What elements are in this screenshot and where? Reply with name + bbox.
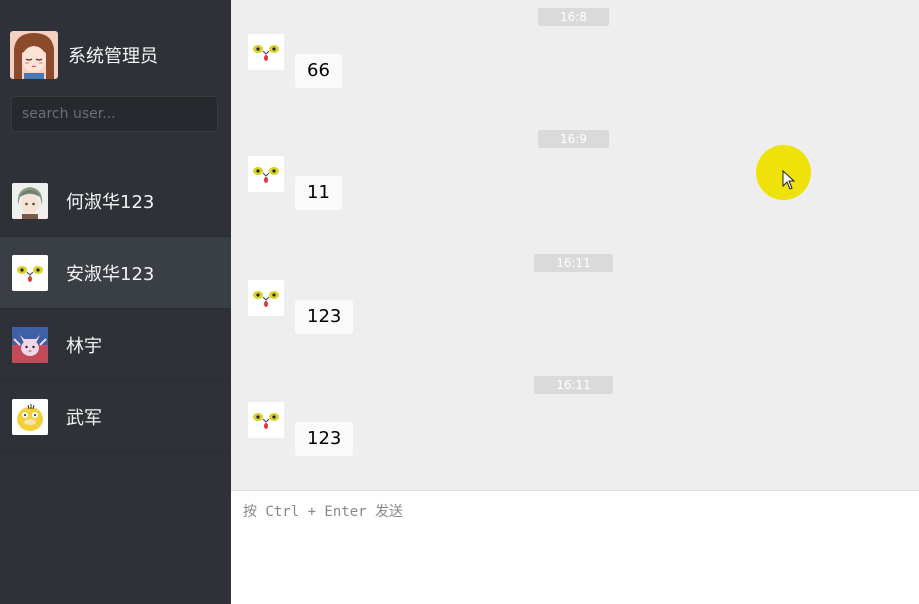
frog-face-avatar-icon[interactable] — [248, 402, 284, 438]
message-bubble: 123 — [295, 300, 354, 334]
user-item-2[interactable]: 林宇 — [0, 309, 231, 381]
cat-avatar-icon — [12, 326, 48, 363]
message-time: 16:9 — [538, 130, 609, 148]
user-list: 何淑华123 安淑华123 林宇 武军 — [0, 165, 231, 453]
sidebar: 系统管理员 何淑华123 — [0, 0, 231, 604]
anime-girl-avatar-icon[interactable] — [10, 31, 58, 79]
message-time: 16:11 — [534, 376, 613, 394]
message-time: 16:11 — [534, 254, 613, 272]
message-composer — [231, 490, 919, 604]
psyduck-avatar-icon — [12, 398, 48, 435]
message-bubble: 123 — [295, 422, 354, 456]
message-time: 16:8 — [538, 8, 609, 26]
user-name: 林宇 — [66, 335, 102, 357]
user-item-3[interactable]: 武军 — [0, 381, 231, 453]
frog-face-avatar-icon[interactable] — [248, 34, 284, 70]
message-panel[interactable]: 16:8 66 16:9 11 16:11 123 16:11 123 — [231, 0, 919, 490]
user-name: 安淑华123 — [66, 263, 155, 285]
user-item-0[interactable]: 何淑华123 — [0, 165, 231, 237]
message-bubble: 11 — [295, 176, 342, 210]
user-name: 何淑华123 — [66, 191, 155, 213]
mouse-pointer-icon — [782, 170, 796, 190]
message-input[interactable] — [231, 491, 919, 604]
frog-face-avatar-icon[interactable] — [248, 280, 284, 316]
message-bubble: 66 — [295, 54, 342, 88]
search-user-input[interactable] — [11, 96, 218, 132]
current-user-name: 系统管理员 — [68, 46, 158, 67]
user-name: 武军 — [66, 407, 102, 429]
frog-face-avatar-icon — [12, 254, 48, 291]
anime-boy-avatar-icon — [12, 182, 48, 219]
frog-face-avatar-icon[interactable] — [248, 156, 284, 192]
current-user-profile: 系统管理员 — [10, 31, 158, 79]
user-item-1[interactable]: 安淑华123 — [0, 237, 231, 309]
